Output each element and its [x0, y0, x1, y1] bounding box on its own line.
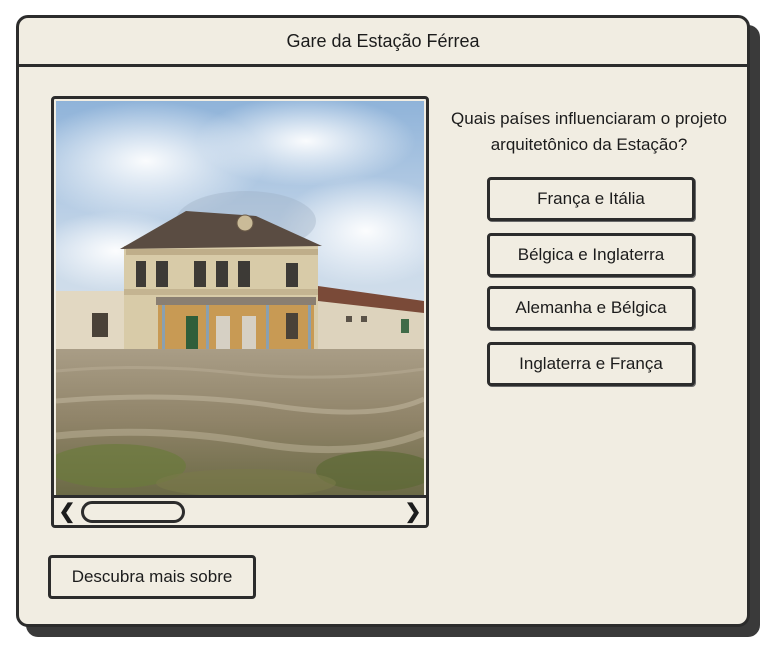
- answer-button-4[interactable]: Inglaterra e França: [487, 342, 695, 386]
- station-photo: [56, 101, 424, 495]
- chevron-right-icon[interactable]: ❯: [402, 499, 424, 523]
- answer-button-1[interactable]: França e Itália: [487, 177, 695, 221]
- scrollbar-thumb[interactable]: [81, 501, 185, 523]
- answer-button-2[interactable]: Bélgica e Inglaterra: [487, 233, 695, 277]
- app-window: Gare da Estação Férrea ❮ ❯ Quais países …: [16, 15, 750, 627]
- chevron-left-icon[interactable]: ❮: [56, 499, 78, 523]
- answer-button-3[interactable]: Alemanha e Bélgica: [487, 286, 695, 330]
- image-viewer: ❮ ❯: [51, 96, 429, 528]
- window-title: Gare da Estação Férrea: [286, 30, 480, 51]
- learn-more-button[interactable]: Descubra mais sobre: [48, 555, 256, 599]
- horizontal-scrollbar[interactable]: ❮ ❯: [54, 495, 426, 525]
- quiz-question: Quais países influenciaram o projeto arq…: [451, 109, 727, 154]
- title-bar: Gare da Estação Férrea: [19, 18, 747, 67]
